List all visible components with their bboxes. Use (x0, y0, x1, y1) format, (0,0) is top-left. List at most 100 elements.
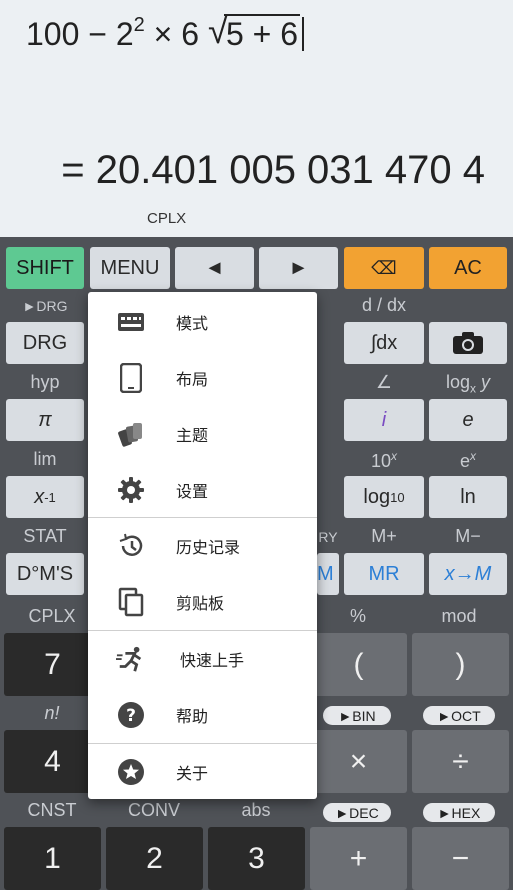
menu-item-clipboard[interactable]: 剪贴板 (88, 574, 317, 630)
e-button[interactable]: e (429, 399, 507, 441)
oct-pill[interactable]: ►OCT (423, 706, 495, 725)
mr-button[interactable]: MR (344, 553, 424, 595)
result-value: = 20.401 005 031 470 4 (61, 148, 485, 192)
ln-button[interactable]: ln (429, 476, 507, 518)
multiply-button[interactable]: × (310, 730, 407, 793)
cursor-right-button[interactable]: ► (259, 247, 338, 289)
sqrt-sign: √ (207, 10, 228, 51)
tablet-icon (116, 363, 146, 393)
left-paren-button[interactable]: ( (310, 633, 407, 696)
e-text: e (459, 451, 470, 471)
log10-text: log (363, 485, 391, 508)
digit-3-button[interactable]: 3 (208, 827, 305, 890)
menu-item-label: 设置 (176, 484, 209, 501)
cplx-label: CPLX (28, 606, 76, 626)
text-cursor (302, 17, 304, 51)
menu-item-label: 快速上手 (180, 653, 245, 670)
right-paren-button[interactable]: ) (412, 633, 509, 696)
menu-item-layout[interactable]: 布局 (88, 350, 317, 406)
ten-power-label: 10x (344, 449, 424, 472)
expr-exponent: 2 (133, 14, 145, 36)
menu-item-label: 剪贴板 (176, 596, 225, 613)
reciprocal-x: x (34, 485, 45, 508)
m-plus-label: M+ (371, 526, 397, 546)
expr-base: 100 − 2 (26, 16, 134, 52)
digit-1-button[interactable]: 1 (4, 827, 101, 890)
digit-7-button[interactable]: 7 (4, 633, 101, 696)
menu-item-label: 模式 (176, 316, 209, 333)
percent-label: % (349, 606, 366, 626)
pi-button[interactable]: π (6, 399, 84, 441)
reciprocal-sup: -1 (44, 489, 56, 505)
menu-item-label: 布局 (176, 372, 209, 389)
digit-2-button[interactable]: 2 (106, 827, 203, 890)
expression-input[interactable]: 100 − 22 × 6 √ 5 + 6 (26, 10, 304, 53)
abs-label: abs (241, 800, 271, 820)
drg-button[interactable]: DRG (6, 322, 84, 364)
camera-icon (453, 332, 483, 354)
memory-partial-button[interactable]: M (317, 553, 339, 595)
menu-item-settings[interactable]: 设置 (88, 462, 317, 518)
main-menu-popup: 模式 布局 主题 设置 历史记录 剪贴板 快速上手 ? 帮助 关于 (88, 292, 317, 799)
ry-label: RY (318, 529, 338, 545)
logxy-label: logx y (429, 372, 507, 396)
minus-button[interactable]: − (412, 827, 509, 890)
svg-text:?: ? (126, 706, 136, 726)
bin-pill[interactable]: ►BIN (323, 706, 391, 725)
clipboard-icon (116, 587, 146, 617)
log10-sub: 10 (390, 489, 405, 505)
divide-button[interactable]: ÷ (412, 730, 509, 793)
log10-button[interactable]: log 10 (344, 476, 424, 518)
dms-button[interactable]: D°M'S (6, 553, 84, 595)
conv-label: CONV (127, 800, 180, 820)
ac-button[interactable]: AC (429, 247, 507, 289)
help-icon: ? (116, 700, 146, 730)
history-icon (116, 531, 146, 561)
e-power-label: ex (429, 449, 507, 472)
backspace-button[interactable]: ⌫ (344, 247, 424, 289)
m-minus-label: M− (455, 526, 481, 546)
reciprocal-button[interactable]: x -1 (6, 476, 84, 518)
shift-button[interactable]: SHIFT (6, 247, 84, 289)
camera-button[interactable] (429, 322, 507, 364)
derivative-label: d / dx (361, 295, 407, 315)
palette-icon (116, 419, 146, 449)
store-memory-button[interactable]: x→M (429, 553, 507, 595)
menu-item-mode[interactable]: 模式 (88, 294, 317, 350)
menu-item-theme[interactable]: 主题 (88, 406, 317, 462)
digit-4-button[interactable]: 4 (4, 730, 101, 793)
cursor-left-button[interactable]: ◄ (175, 247, 254, 289)
menu-item-history[interactable]: 历史记录 (88, 518, 317, 574)
integral-button[interactable]: ∫dx (344, 322, 424, 364)
imaginary-button[interactable]: i (344, 399, 424, 441)
angle-label: ∠ (375, 372, 393, 392)
star-icon (116, 757, 146, 787)
hex-pill[interactable]: ►HEX (423, 803, 495, 822)
drg-shift-label: ►DRG (22, 298, 68, 314)
hyp-label: hyp (30, 372, 60, 392)
menu-item-about[interactable]: 关于 (88, 744, 317, 800)
calculator-display[interactable]: 100 − 22 × 6 √ 5 + 6 = 20.401 005 031 470… (0, 0, 513, 237)
keyboard-icon (116, 307, 146, 337)
factorial-label: n! (44, 703, 60, 723)
menu-item-label: 关于 (176, 766, 209, 783)
menu-item-help[interactable]: ? 帮助 (88, 687, 317, 743)
lim-label: lim (33, 449, 57, 469)
logxy-text: log (445, 372, 470, 392)
menu-item-quick-start[interactable]: 快速上手 (88, 631, 317, 687)
e-sup: x (470, 449, 476, 463)
backspace-icon: ⌫ (371, 257, 397, 278)
menu-item-label: 历史记录 (176, 540, 241, 557)
radicand: 5 + 6 (223, 14, 300, 52)
menu-item-label: 主题 (176, 428, 209, 445)
stat-label: STAT (23, 526, 67, 546)
mode-indicator: CPLX (147, 210, 187, 227)
menu-item-label: 帮助 (176, 709, 209, 726)
menu-button[interactable]: MENU (90, 247, 170, 289)
plus-button[interactable]: + (310, 827, 407, 890)
running-icon (116, 644, 146, 674)
cnst-label: CNST (27, 800, 77, 820)
dec-pill[interactable]: ►DEC (323, 803, 391, 822)
ten-sup: x (391, 449, 398, 463)
sqrt-group: √ 5 + 6 (208, 10, 300, 53)
